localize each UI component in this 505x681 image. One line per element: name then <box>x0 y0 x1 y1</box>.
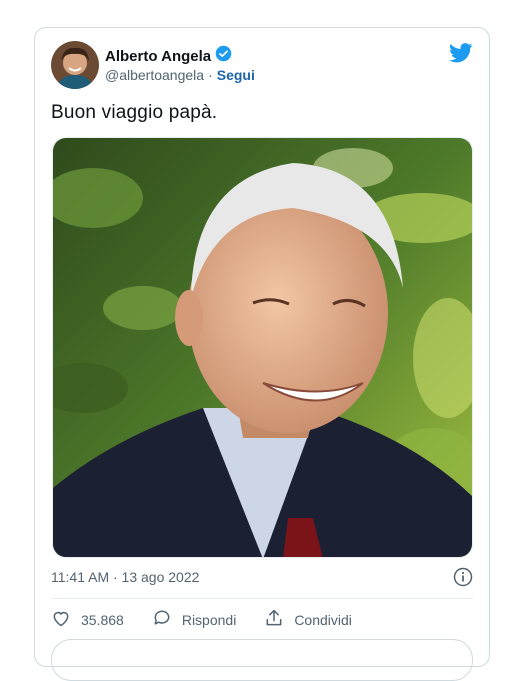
follow-button[interactable]: Segui <box>217 67 255 83</box>
reply-button[interactable]: Rispondi <box>152 608 236 631</box>
separator-dot: · <box>208 67 213 83</box>
tweet-card: Alberto Angela @albertoangela · Segui Bu… <box>34 27 490 681</box>
share-label: Condividi <box>294 611 352 628</box>
like-count: 35.868 <box>81 611 124 628</box>
info-icon[interactable] <box>453 567 473 592</box>
tweet-photo[interactable] <box>52 137 473 558</box>
tweet-text: Buon viaggio papà. <box>51 102 218 123</box>
verified-badge-icon <box>215 45 232 67</box>
author-handle[interactable]: @albertoangela <box>105 67 204 83</box>
like-button[interactable]: 35.868 <box>51 608 124 631</box>
share-button[interactable]: Condividi <box>264 608 352 631</box>
author-avatar[interactable] <box>51 41 99 89</box>
divider <box>51 598 473 599</box>
reply-label: Rispondi <box>181 611 237 628</box>
read-replies-button[interactable] <box>51 639 473 681</box>
twitter-bird-icon[interactable] <box>449 43 473 68</box>
heart-icon <box>51 608 71 631</box>
speech-bubble-icon <box>152 608 172 631</box>
tweet-timestamp[interactable]: 11:41 AM · 13 ago 2022 <box>51 569 199 585</box>
author-name[interactable]: Alberto Angela <box>105 48 211 65</box>
share-icon <box>264 608 284 631</box>
